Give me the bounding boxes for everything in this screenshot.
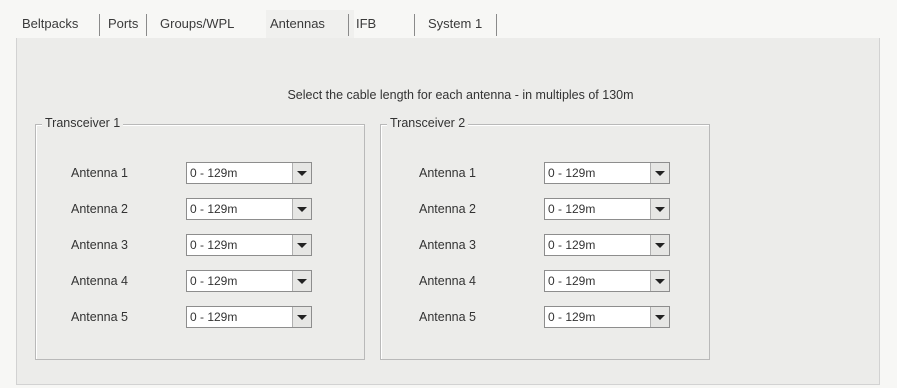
antenna-label: Antenna 4 (419, 274, 476, 288)
chevron-down-icon (655, 207, 665, 212)
tab-beltpacks[interactable]: Beltpacks (18, 10, 82, 38)
transceiver-1-group: Transceiver 1 Antenna 1 0 - 129m Antenna… (35, 116, 365, 360)
chevron-down-icon (297, 279, 307, 284)
antenna-row: Antenna 5 0 - 129m (36, 306, 364, 330)
tab-system-1[interactable]: System 1 (424, 10, 486, 38)
chevron-down-icon (297, 171, 307, 176)
combo-value: 0 - 129m (548, 238, 596, 252)
antenna-5-cable-length-select[interactable]: 0 - 129m (186, 306, 312, 328)
dropdown-button[interactable] (292, 271, 311, 291)
antenna-label: Antenna 3 (419, 238, 476, 252)
tab-ifb[interactable]: IFB (352, 10, 380, 38)
antenna-1-cable-length-select[interactable]: 0 - 129m (186, 162, 312, 184)
tab-groups-wpl[interactable]: Groups/WPL (156, 10, 238, 38)
antenna-2-cable-length-select[interactable]: 0 - 129m (186, 198, 312, 220)
tab-divider (414, 14, 415, 36)
antenna-row: Antenna 1 0 - 129m (381, 162, 709, 186)
transceiver-2-title: Transceiver 2 (387, 116, 469, 130)
combo-value: 0 - 129m (190, 274, 238, 288)
antenna-row: Antenna 4 0 - 129m (381, 270, 709, 294)
dropdown-button[interactable] (650, 163, 669, 183)
chevron-down-icon (655, 279, 665, 284)
combo-value: 0 - 129m (548, 202, 596, 216)
antenna-label: Antenna 5 (419, 310, 476, 324)
dropdown-button[interactable] (650, 235, 669, 255)
chevron-down-icon (655, 171, 665, 176)
tab-ports[interactable]: Ports (104, 10, 142, 38)
dropdown-button[interactable] (650, 271, 669, 291)
antenna-row: Antenna 5 0 - 129m (381, 306, 709, 330)
antenna-label: Antenna 4 (71, 274, 128, 288)
dropdown-button[interactable] (292, 307, 311, 327)
antenna-label: Antenna 5 (71, 310, 128, 324)
antenna-5-cable-length-select[interactable]: 0 - 129m (544, 306, 670, 328)
instruction-text: Select the cable length for each antenna… (287, 88, 634, 102)
combo-value: 0 - 129m (190, 238, 238, 252)
antenna-4-cable-length-select[interactable]: 0 - 129m (544, 270, 670, 292)
combo-value: 0 - 129m (190, 166, 238, 180)
tab-divider (99, 14, 100, 36)
antenna-3-cable-length-select[interactable]: 0 - 129m (186, 234, 312, 256)
chevron-down-icon (297, 315, 307, 320)
antenna-label: Antenna 1 (419, 166, 476, 180)
chevron-down-icon (297, 243, 307, 248)
antenna-2-cable-length-select[interactable]: 0 - 129m (544, 198, 670, 220)
antenna-label: Antenna 1 (71, 166, 128, 180)
antenna-label: Antenna 2 (419, 202, 476, 216)
tab-strip: Beltpacks Ports Groups/WPL Antennas IFB … (16, 10, 878, 39)
antenna-row: Antenna 4 0 - 129m (36, 270, 364, 294)
chevron-down-icon (655, 315, 665, 320)
combo-value: 0 - 129m (548, 166, 596, 180)
antenna-row: Antenna 3 0 - 129m (381, 234, 709, 258)
dropdown-button[interactable] (650, 307, 669, 327)
dropdown-button[interactable] (292, 163, 311, 183)
antenna-row: Antenna 3 0 - 129m (36, 234, 364, 258)
combo-value: 0 - 129m (548, 310, 596, 324)
antenna-label: Antenna 3 (71, 238, 128, 252)
transceiver-1-title: Transceiver 1 (42, 116, 124, 130)
tab-divider (146, 14, 147, 36)
antenna-1-cable-length-select[interactable]: 0 - 129m (544, 162, 670, 184)
tab-antennas[interactable]: Antennas (266, 10, 354, 38)
antenna-4-cable-length-select[interactable]: 0 - 129m (186, 270, 312, 292)
chevron-down-icon (655, 243, 665, 248)
tab-divider (348, 14, 349, 36)
combo-value: 0 - 129m (548, 274, 596, 288)
antenna-row: Antenna 2 0 - 129m (381, 198, 709, 222)
antenna-row: Antenna 1 0 - 129m (36, 162, 364, 186)
combo-value: 0 - 129m (190, 310, 238, 324)
antenna-3-cable-length-select[interactable]: 0 - 129m (544, 234, 670, 256)
antenna-row: Antenna 2 0 - 129m (36, 198, 364, 222)
combo-value: 0 - 129m (190, 202, 238, 216)
transceiver-2-group: Transceiver 2 Antenna 1 0 - 129m Antenna… (380, 116, 710, 360)
chevron-down-icon (297, 207, 307, 212)
dropdown-button[interactable] (650, 199, 669, 219)
antenna-label: Antenna 2 (71, 202, 128, 216)
dropdown-button[interactable] (292, 235, 311, 255)
dropdown-button[interactable] (292, 199, 311, 219)
tab-divider (496, 14, 497, 36)
